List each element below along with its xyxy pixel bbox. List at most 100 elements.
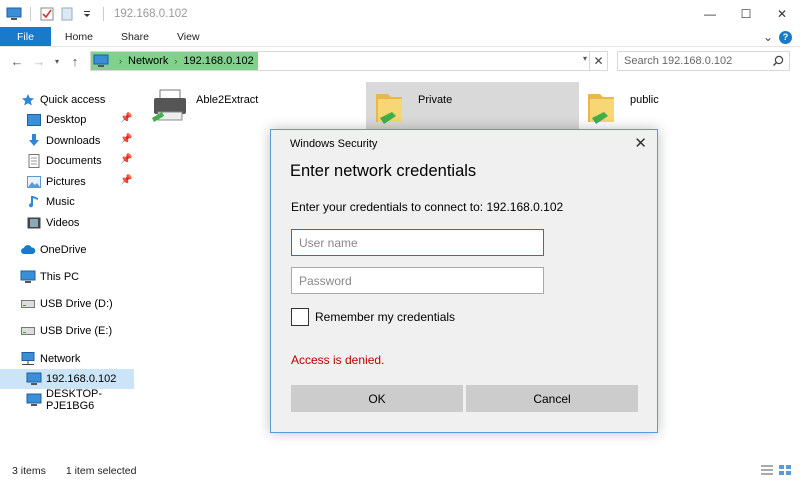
toolbar-divider <box>30 6 31 21</box>
help-icon[interactable]: ? <box>779 30 792 44</box>
documents-icon <box>26 153 42 169</box>
cloud-icon <box>20 242 36 258</box>
item-label: public <box>630 94 659 106</box>
nav-label: Network <box>40 353 81 365</box>
address-dropdown-icon[interactable]: ▾ <box>583 54 587 63</box>
usb-drive-icon <box>20 296 36 312</box>
checkbox-box[interactable] <box>291 308 309 326</box>
nav-network[interactable]: Network <box>20 349 80 369</box>
large-icons-view-icon[interactable] <box>778 464 792 479</box>
pin-icon: 📌 <box>120 134 133 145</box>
nav-pictures[interactable]: Pictures 📌 <box>26 172 136 192</box>
password-field[interactable] <box>291 267 544 294</box>
nav-label: Quick access <box>40 94 106 106</box>
breadcrumb-host[interactable]: 192.168.0.102 <box>183 55 253 67</box>
nav-host-desktop[interactable]: DESKTOP-PJE1BG6 <box>26 388 136 412</box>
up-arrow-icon[interactable]: ↑ <box>64 54 86 69</box>
chevron-right-icon[interactable]: › <box>119 56 122 66</box>
network-location-icon <box>93 54 109 68</box>
properties-icon[interactable] <box>39 6 55 22</box>
nav-label: USB Drive (D:) <box>40 298 113 310</box>
quick-access-toolbar <box>0 6 108 22</box>
ok-button[interactable]: OK <box>291 385 463 412</box>
pictures-icon <box>26 174 42 190</box>
forward-arrow-icon[interactable]: → <box>28 54 50 69</box>
usb-drive-icon <box>20 323 36 339</box>
tab-share[interactable]: Share <box>107 27 163 46</box>
nav-host-192-168-0-102[interactable]: 192.168.0.102 <box>0 369 134 389</box>
computer-icon <box>20 269 36 285</box>
title-bar: 192.168.0.102 — ☐ ✕ <box>0 0 800 27</box>
pin-icon: 📌 <box>120 154 133 165</box>
back-arrow-icon[interactable]: ← <box>6 54 28 69</box>
search-input[interactable]: Search 192.168.0.102 <box>617 51 790 71</box>
nav-quick-access[interactable]: Quick access <box>20 90 105 110</box>
error-message: Access is denied. <box>291 353 385 367</box>
address-bar[interactable]: › Network › 192.168.0.102 ▾ ✕ <box>90 51 608 71</box>
tab-view[interactable]: View <box>163 27 214 46</box>
remember-label: Remember my credentials <box>315 310 456 324</box>
nav-label: This PC <box>40 271 80 283</box>
nav-documents[interactable]: Documents 📌 <box>26 151 136 171</box>
computer-icon <box>26 392 42 408</box>
window-title: 192.168.0.102 <box>114 7 188 20</box>
music-icon <box>26 194 42 210</box>
search-icon[interactable] <box>772 55 784 70</box>
nav-this-pc[interactable]: This PC <box>20 267 79 287</box>
nav-label: OneDrive <box>40 244 87 256</box>
nav-desktop[interactable]: Desktop 📌 <box>26 110 136 130</box>
nav-usb-d[interactable]: USB Drive (D:) <box>20 294 113 314</box>
remember-credentials-checkbox[interactable]: Remember my credentials <box>291 308 455 326</box>
nav-label: Videos <box>46 217 80 229</box>
item-able2extract[interactable]: Able2Extract <box>150 82 360 130</box>
credentials-dialog: Windows Security ✕ Enter network credent… <box>270 129 658 433</box>
search-placeholder: Search 192.168.0.102 <box>624 55 733 67</box>
item-private[interactable]: Private <box>366 82 579 130</box>
dialog-message: Enter your credentials to connect to: 19… <box>291 200 564 214</box>
dialog-close-icon[interactable]: ✕ <box>634 134 647 152</box>
computer-icon <box>26 371 42 387</box>
desktop-icon <box>26 112 42 128</box>
printer-icon <box>150 88 190 129</box>
address-breadcrumb[interactable]: › Network › 192.168.0.102 <box>91 52 258 70</box>
status-item-count: 3 items <box>12 464 46 477</box>
maximize-button[interactable]: ☐ <box>728 0 764 27</box>
star-icon <box>20 92 36 108</box>
nav-label: USB Drive (E:) <box>40 325 113 337</box>
ribbon-tabs: File Home Share View ⌄ ? <box>0 27 800 47</box>
nav-label: Music <box>46 196 75 208</box>
status-selection: 1 item selected <box>65 464 137 477</box>
customize-chevron-icon[interactable] <box>79 6 95 22</box>
downloads-icon <box>26 133 42 149</box>
address-row: ← → ▾ ↑ › Network › 192.168.0.102 ▾ ✕ Se… <box>0 48 800 74</box>
cancel-button[interactable]: Cancel <box>466 385 638 412</box>
item-label: Able2Extract <box>196 94 259 106</box>
pin-icon: 📌 <box>120 113 133 124</box>
tab-home[interactable]: Home <box>51 27 107 46</box>
item-label: Private <box>418 94 453 106</box>
nav-music[interactable]: Music <box>26 192 75 212</box>
nav-label: Desktop <box>46 114 87 126</box>
nav-onedrive[interactable]: OneDrive <box>20 240 86 260</box>
new-folder-icon[interactable] <box>59 6 75 22</box>
nav-label: Documents <box>46 155 102 167</box>
nav-usb-e[interactable]: USB Drive (E:) <box>20 321 112 341</box>
breadcrumb-network[interactable]: Network <box>128 55 168 67</box>
tab-file[interactable]: File <box>0 27 51 46</box>
recent-locations-chevron-icon[interactable]: ▾ <box>50 57 64 66</box>
details-view-icon[interactable] <box>760 464 774 479</box>
username-field[interactable] <box>291 229 544 256</box>
minimize-button[interactable]: — <box>692 0 728 27</box>
item-public[interactable]: public <box>584 82 794 130</box>
shared-folder-icon <box>372 88 412 131</box>
nav-label: Downloads <box>46 135 101 147</box>
close-button[interactable]: ✕ <box>764 0 800 27</box>
nav-videos[interactable]: Videos <box>26 213 79 233</box>
clear-address-icon[interactable]: ✕ <box>589 52 607 70</box>
computer-icon[interactable] <box>6 6 22 22</box>
nav-downloads[interactable]: Downloads 📌 <box>26 131 136 151</box>
ribbon-expand-icon[interactable]: ⌄ <box>763 30 773 44</box>
status-bar: 3 items 1 item selected <box>0 460 800 481</box>
chevron-right-icon[interactable]: › <box>174 56 177 66</box>
toolbar-divider <box>103 6 104 21</box>
